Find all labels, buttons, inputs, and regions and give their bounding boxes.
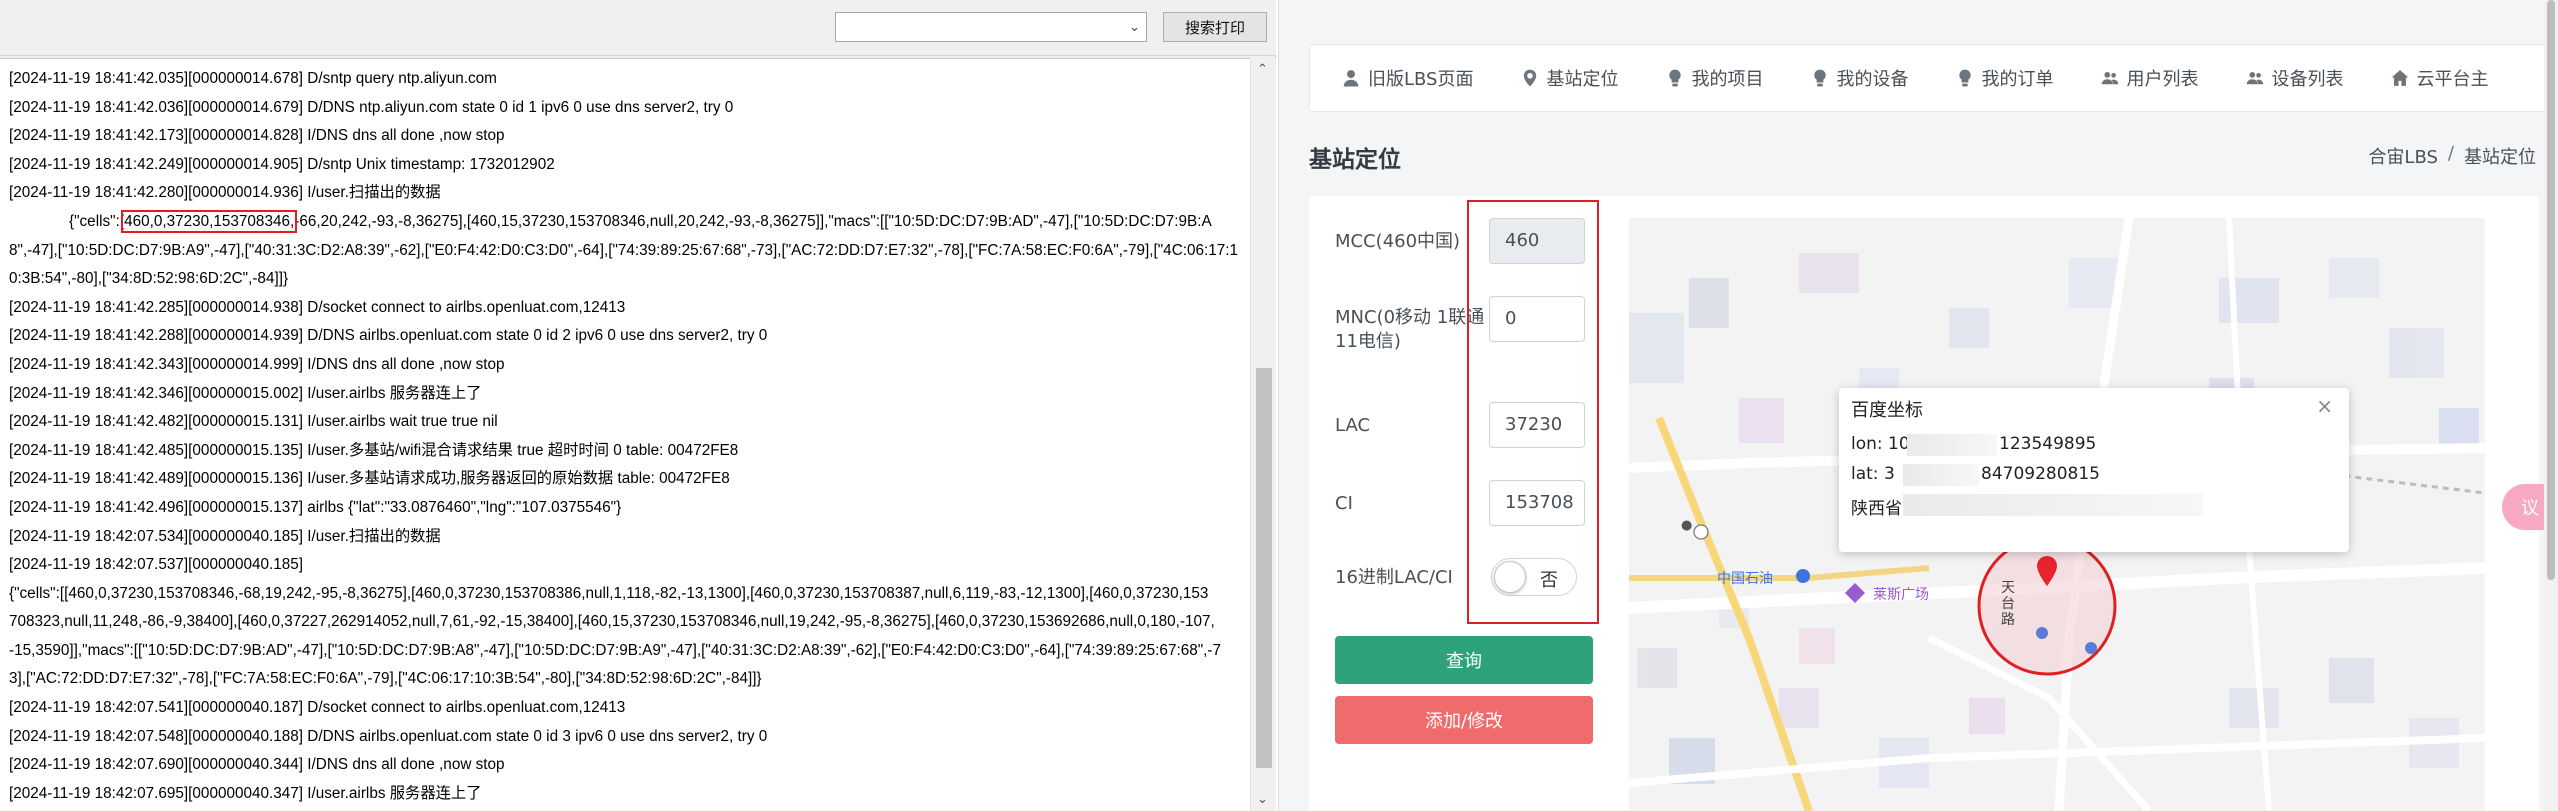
log-line: [2024-11-19 18:41:42.285][000000014.938]… (9, 298, 626, 316)
lac-label: LAC (1335, 415, 1371, 436)
query-button[interactable]: 查询 (1335, 636, 1593, 684)
nav-item-cell-location[interactable]: 基站定位 (1521, 65, 1619, 91)
log-line: [2024-11-19 18:42:07.537][000000040.185] (9, 556, 304, 574)
scroll-down-icon[interactable]: ⌄ (1257, 792, 1268, 807)
home-icon (2391, 70, 2408, 86)
highlight-annotation-box (1467, 200, 1599, 624)
map-label-road: 天台路 (2001, 580, 2015, 628)
map-label-plaza: 莱斯广场 (1873, 587, 1929, 603)
lightbulb-icon (1668, 69, 1681, 87)
log-line: 708323,null,11,248,-86,-9,38400],[460,0,… (9, 613, 1215, 631)
log-line: 0:3B:54",-80],["34:8D:52:98:6D:2C",-84]]… (9, 270, 289, 288)
scroll-thumb[interactable] (1256, 368, 1272, 768)
log-line: [2024-11-19 18:41:42.035][000000014.678]… (9, 70, 497, 87)
popup-lon-suffix: 123549895 (1999, 434, 2097, 454)
search-print-button[interactable]: 搜索打印 (1163, 12, 1267, 42)
log-line: [2024-11-19 18:41:42.343][000000014.999]… (9, 355, 505, 373)
log-line: [2024-11-19 18:41:42.173][000000014.828]… (9, 127, 505, 145)
nav-label: 云平台主 (2416, 69, 2489, 90)
nav-label: 我的设备 (1836, 69, 1909, 90)
log-scrollbar[interactable]: ⌃ ⌄ (1250, 58, 1276, 811)
map-poi-icon: ● (1681, 518, 1693, 533)
location-card: MCC(460中国) 460 MNC(0移动 1联通 11电信) 0 LAC 3… (1309, 196, 2539, 811)
page-title: 基站定位 (1309, 147, 1401, 173)
map-label-petro: 中国石油 (1717, 571, 1773, 587)
users-icon (2246, 71, 2263, 85)
highlighted-cell-data: 460,0,37230,153708346, (121, 209, 298, 233)
mcc-label: MCC(460中国) (1335, 231, 1461, 252)
popup-address-prefix: 陕西省 (1851, 499, 1902, 519)
nav-item-cloud-platform[interactable]: 云平台主 (2391, 65, 2489, 91)
coordinate-popup: 百度坐标 × lon: 10 123549895 lat: 3 84709280… (1839, 388, 2349, 552)
nav-item-my-devices[interactable]: 我的设备 (1811, 65, 1909, 91)
cells-suffix: -66,20,242,-93,-8,36275],[460,15,37230,1… (294, 212, 1212, 230)
breadcrumb-current: 基站定位 (2464, 147, 2536, 168)
log-line: [2024-11-19 18:42:07.690][000000040.344]… (9, 756, 505, 774)
log-line: [2024-11-19 18:41:42.496][000000015.137]… (9, 498, 622, 516)
popup-lat-prefix: lat: 3 (1851, 464, 1895, 484)
log-line: [2024-11-19 18:42:07.548][000000040.188]… (9, 727, 768, 745)
nav-item-my-orders[interactable]: 我的订单 (1956, 65, 2054, 91)
log-line: [2024-11-19 18:42:07.541][000000040.187]… (9, 699, 626, 717)
log-toolbar: ⌄ 搜索打印 (0, 0, 1276, 56)
log-line: [2024-11-19 18:41:42.036][000000014.679]… (9, 98, 734, 116)
redaction-mask (1903, 464, 1979, 486)
log-line: [2024-11-19 18:42:07.534][000000040.185]… (9, 527, 441, 545)
breadcrumb-separator: / (2447, 143, 2454, 164)
log-line: [2024-11-19 18:41:42.346][000000015.002]… (9, 384, 482, 402)
breadcrumb: 合宙LBS / 基站定位 (2368, 143, 2536, 169)
log-line: [2024-11-19 18:41:42.485][000000015.135]… (9, 441, 739, 459)
cells-prefix: {"cells":[ (69, 212, 125, 230)
lbs-web-app: 旧版LBS页面 基站定位 我的项目 我的设备 我的订单 用户列表 设备列表 云平… (1278, 0, 2558, 811)
hex-label: 16进制LAC/CI (1335, 567, 1453, 588)
log-line: [2024-11-19 18:41:42.288][000000014.939]… (9, 327, 768, 345)
popup-title: 百度坐标 (1851, 400, 1923, 421)
search-combobox[interactable]: ⌄ (835, 12, 1147, 42)
log-line: 8",-47],["10:5D:DC:D7:9B:A9",-47],["40:3… (9, 241, 1239, 259)
close-icon[interactable]: × (2316, 394, 2333, 418)
log-line: [2024-11-19 18:41:42.249][000000014.905]… (9, 155, 555, 173)
page-scrollbar[interactable] (2544, 0, 2558, 811)
log-line: [2024-11-19 18:41:42.280][000000014.936]… (9, 184, 441, 202)
log-text-area[interactable]: [2024-11-19 18:41:42.035][000000014.678]… (0, 58, 1250, 811)
baidu-map[interactable]: ● 中国石油 莱斯广场 天台路 社区 百度坐标 × lon: 10 123549… (1629, 218, 2485, 811)
nav-label: 我的订单 (1981, 69, 2054, 90)
redaction-mask (1903, 494, 2203, 516)
map-marker-icon (1523, 69, 1536, 87)
nav-item-old-lbs[interactable]: 旧版LBS页面 (1342, 65, 1474, 91)
chevron-down-icon[interactable]: ⌄ (1129, 20, 1140, 35)
log-line: 3],["AC:72:DD:D7:E7:32",-78],["FC:7A:58:… (9, 670, 762, 688)
ci-label: CI (1335, 493, 1353, 514)
nav-label: 旧版LBS页面 (1368, 69, 1474, 90)
log-line: [2024-11-19 18:42:07.695][000000040.347]… (9, 784, 482, 802)
add-modify-button[interactable]: 添加/修改 (1335, 696, 1593, 744)
scroll-up-icon[interactable]: ⌃ (1257, 62, 1268, 77)
log-lines: [2024-11-19 18:41:42.035][000000014.678]… (9, 65, 1241, 808)
log-line: [2024-11-19 18:41:42.489][000000015.136]… (9, 470, 730, 488)
page-scroll-thumb[interactable] (2547, 0, 2555, 580)
user-icon (1343, 70, 1359, 87)
log-line-cells: {"cells":[460,0,37230,153708346,-66,20,2… (9, 208, 1241, 237)
nav-label: 基站定位 (1546, 69, 1619, 90)
users-icon (2101, 71, 2118, 85)
lightbulb-icon (1813, 69, 1826, 87)
breadcrumb-root[interactable]: 合宙LBS (2368, 143, 2438, 169)
log-line: -15,3590]],"macs":[["10:5D:DC:D7:9B:AD",… (9, 641, 1221, 659)
log-tool-window: ⌄ 搜索打印 [2024-11-19 18:41:42.035][0000000… (0, 0, 1276, 811)
popup-lat-suffix: 84709280815 (1981, 464, 2100, 484)
top-nav: 旧版LBS页面 基站定位 我的项目 我的设备 我的订单 用户列表 设备列表 云平… (1309, 44, 2558, 112)
popup-lon-prefix: lon: 10 (1851, 434, 1910, 454)
lightbulb-icon (1958, 69, 1971, 87)
redaction-mask (1907, 434, 1997, 456)
mnc-label: MNC(0移动 1联通 11电信) (1335, 307, 1485, 352)
nav-item-my-projects[interactable]: 我的项目 (1666, 65, 1764, 91)
nav-item-user-list[interactable]: 用户列表 (2101, 65, 2199, 91)
nav-label: 设备列表 (2271, 69, 2344, 90)
log-line: {"cells":[[460,0,37230,153708346,-68,19,… (9, 584, 1209, 602)
log-line: [2024-11-19 18:41:42.482][000000015.131]… (9, 413, 498, 431)
nav-item-device-list[interactable]: 设备列表 (2246, 65, 2344, 91)
nav-label: 我的项目 (1691, 69, 1764, 90)
nav-label: 用户列表 (2126, 69, 2199, 90)
